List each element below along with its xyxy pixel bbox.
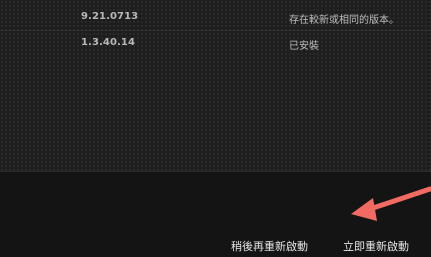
restart-now-button[interactable]: 立即重新啟動 <box>343 238 409 254</box>
restart-later-button[interactable]: 稍後再重新啟動 <box>231 238 308 254</box>
row-divider <box>0 30 431 31</box>
update-status: 存在較新或相同的版本。 <box>289 15 399 26</box>
update-row: 9.21.0713 存在較新或相同的版本。 <box>0 6 431 31</box>
update-status: 已安裝 <box>289 41 319 52</box>
update-version: 1.3.40.14 <box>81 37 136 48</box>
update-list-panel: 9.21.0713 存在較新或相同的版本。 1.3.40.14 已安裝 <box>0 0 431 171</box>
annotation-arrow-icon <box>351 186 431 221</box>
update-version: 9.21.0713 <box>81 11 139 22</box>
update-row: 1.3.40.14 已安裝 <box>0 32 431 57</box>
